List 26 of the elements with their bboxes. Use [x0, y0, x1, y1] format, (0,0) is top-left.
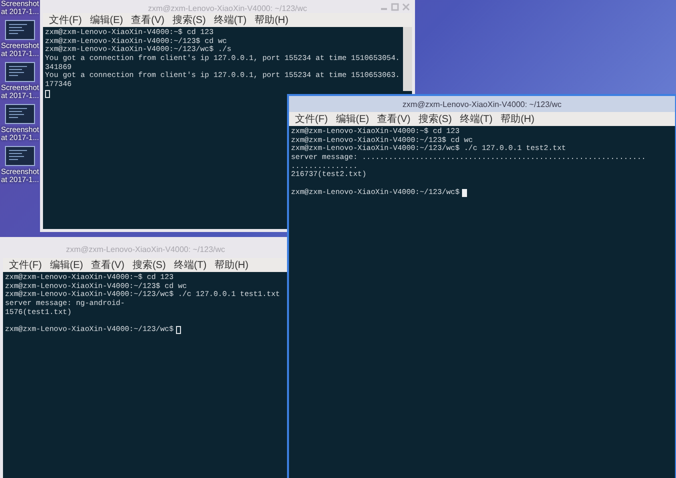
menu-item[interactable]: 搜索(S) [130, 258, 168, 272]
screenshot-thumbnail-icon[interactable] [5, 146, 35, 166]
menu-item[interactable]: 文件(F) [47, 13, 84, 27]
screenshot-thumbnail-icon[interactable] [5, 20, 35, 40]
menu-item[interactable]: 编辑(E) [48, 258, 86, 272]
menu-item[interactable]: 文件(F) [7, 258, 44, 272]
menu-item[interactable]: 搜索(S) [416, 112, 454, 126]
menu-item[interactable]: 终端(T) [458, 112, 495, 126]
menu-item[interactable]: 查看(V) [89, 258, 126, 272]
screenshot-thumbnail-icon[interactable] [5, 104, 35, 124]
menu-item[interactable]: 帮助(H) [252, 13, 290, 27]
menu-item[interactable]: 编辑(E) [88, 13, 126, 27]
menu-item[interactable]: 查看(V) [375, 112, 412, 126]
menu-item[interactable]: 帮助(H) [212, 258, 250, 272]
menu-item[interactable]: 终端(T) [172, 258, 209, 272]
scrollbar[interactable] [403, 27, 412, 91]
menu-item[interactable]: 帮助(H) [498, 112, 536, 126]
window-title: zxm@zxm-Lenovo-XiaoXin-V4000: ~/123/wc [402, 100, 562, 108]
menu-item[interactable]: 编辑(E) [334, 112, 372, 126]
menu-item[interactable]: 终端(T) [212, 13, 249, 27]
window-title: zxm@zxm-Lenovo-XiaoXin-V4000: ~/123/wc [148, 4, 308, 12]
menu-item[interactable]: 查看(V) [129, 13, 166, 27]
menu-item[interactable]: 文件(F) [293, 112, 330, 126]
window-title: zxm@zxm-Lenovo-XiaoXin-V4000: ~/123/wc [66, 244, 226, 254]
menu-item[interactable]: 搜索(S) [170, 13, 208, 27]
screenshot-thumbnail-icon[interactable] [5, 62, 35, 82]
